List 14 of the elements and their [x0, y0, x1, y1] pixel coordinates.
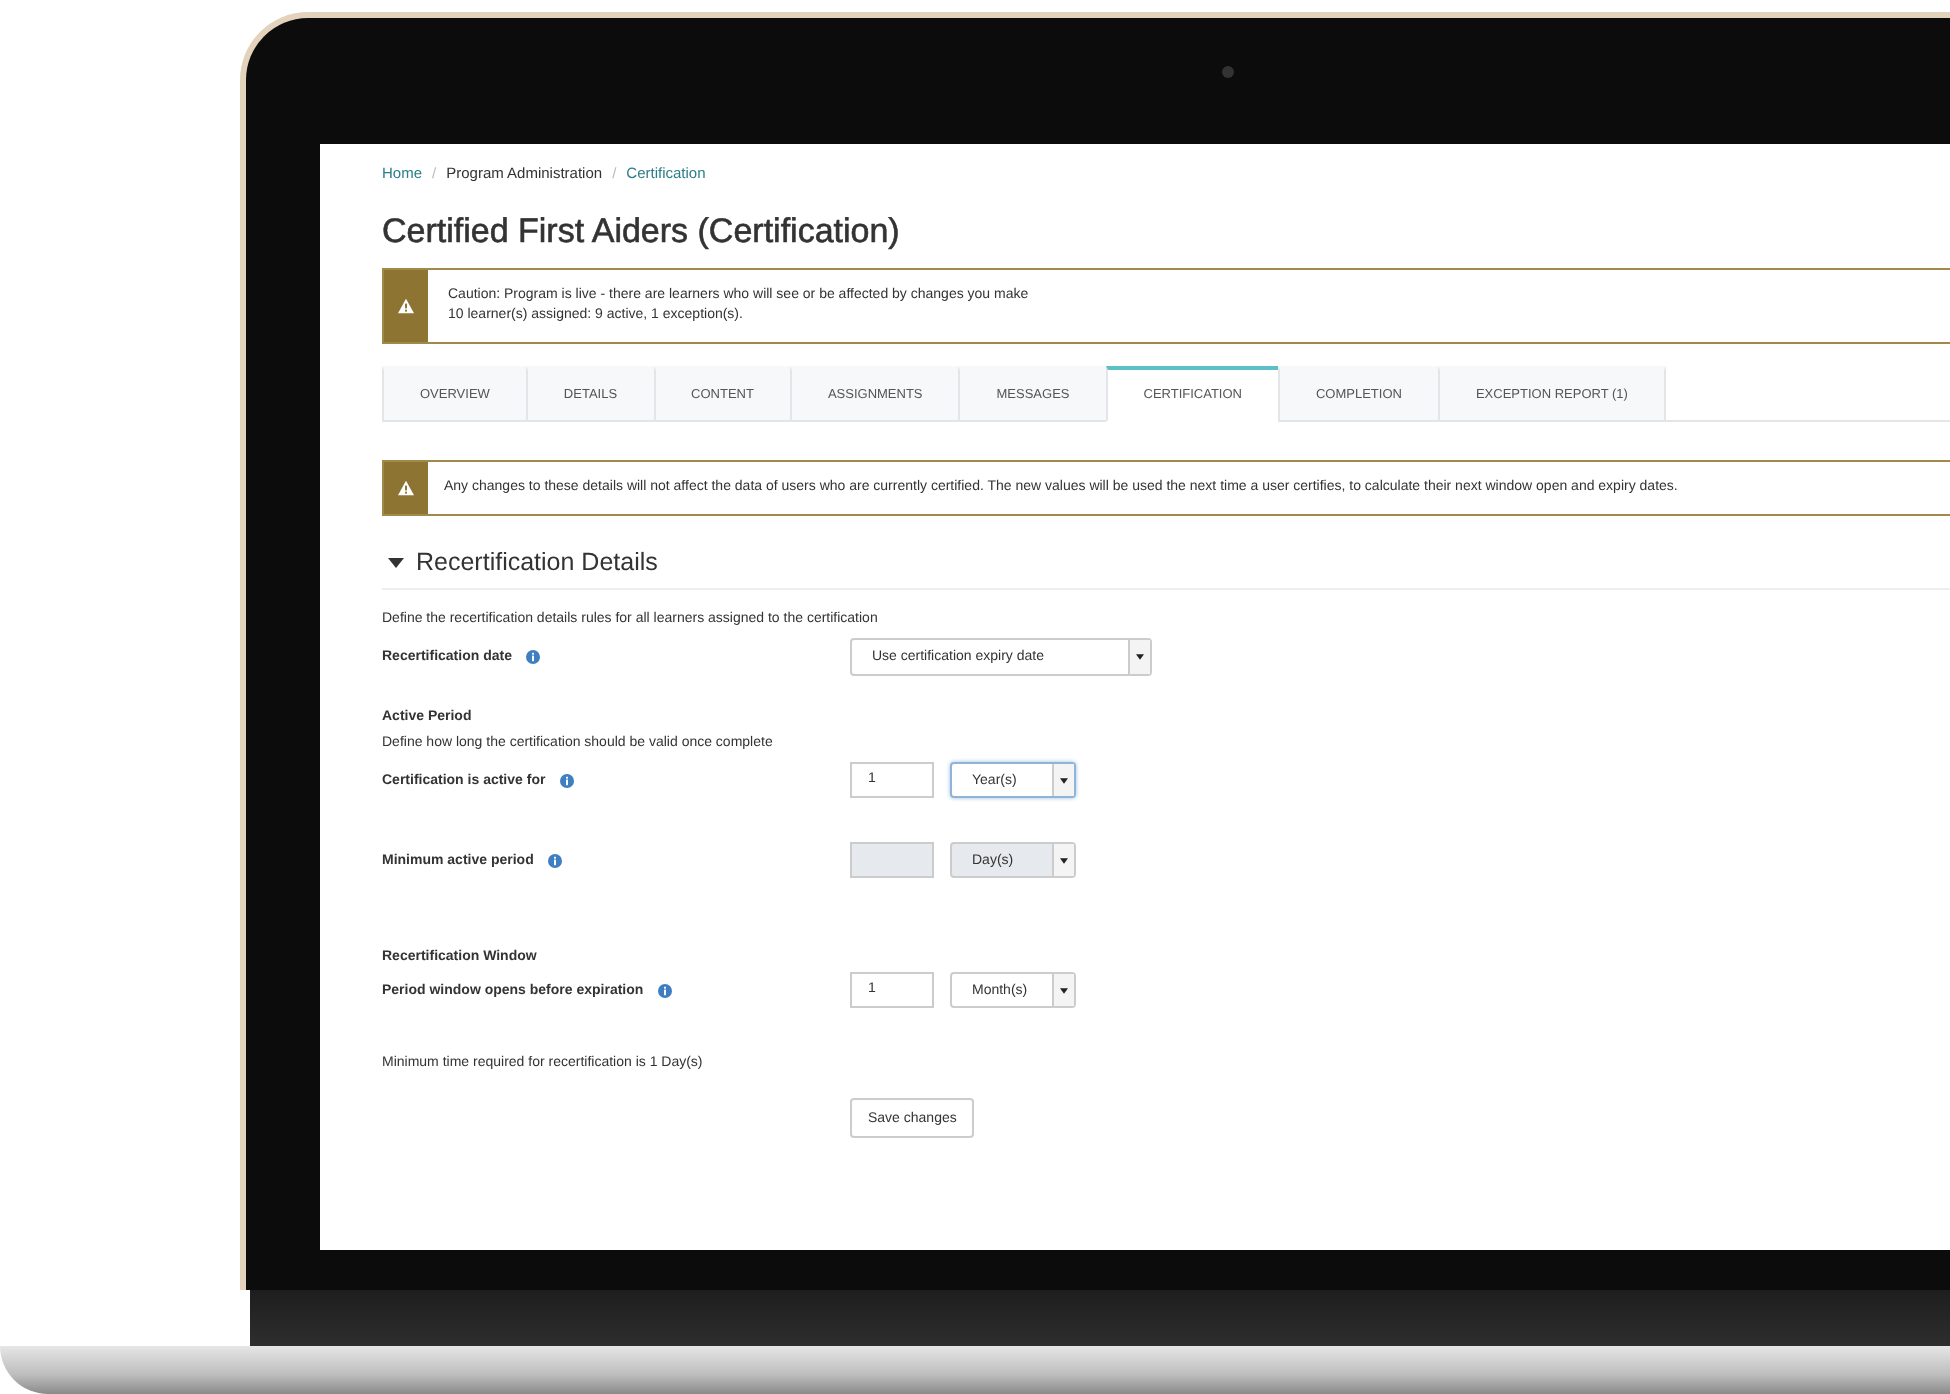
info-icon[interactable] — [547, 853, 562, 867]
info-icon[interactable] — [559, 773, 574, 787]
caret-icon — [1060, 777, 1068, 783]
caret-icon — [1136, 654, 1144, 660]
warning-icon — [398, 298, 414, 314]
caret-icon — [1060, 857, 1068, 863]
warning-icon — [398, 480, 414, 496]
caret-icon[interactable] — [388, 554, 404, 570]
page-title: Certified First Aiders (Certification) — [382, 212, 902, 252]
caret-icon — [1060, 987, 1068, 993]
info-icon[interactable] — [525, 650, 540, 664]
section-title[interactable]: Recertification Details — [416, 548, 658, 576]
camera-icon — [1222, 66, 1234, 78]
info-icon[interactable] — [657, 983, 672, 997]
